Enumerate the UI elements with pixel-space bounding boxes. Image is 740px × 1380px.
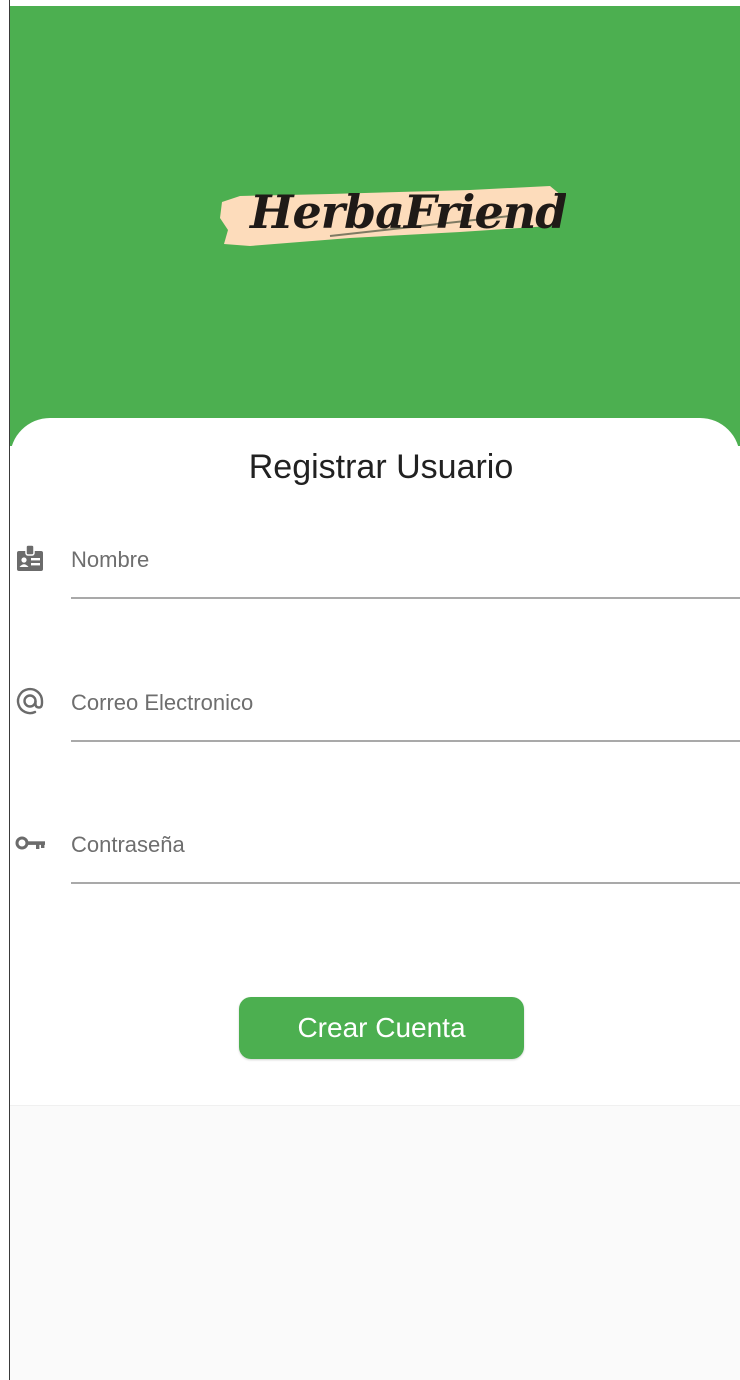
app-screen: HerbaFriend Registrar Usuario Nombre Cor… [0,0,740,1380]
password-underline [71,882,740,884]
name-field [10,518,740,599]
email-field [10,661,740,742]
name-underline [71,597,740,599]
logo-text: HerbaFriend [248,185,566,239]
page-title: Registrar Usuario [248,448,514,486]
badge-icon [14,542,46,574]
register-card: Registrar Usuario Nombre Correo Electron… [10,418,740,1106]
email-input[interactable] [71,683,740,723]
key-icon [14,827,46,859]
at-sign-icon [14,685,46,717]
window-edge [0,0,10,1380]
email-underline [71,740,740,742]
name-input[interactable] [71,540,740,580]
app-logo: HerbaFriend [210,166,566,256]
password-field [10,803,740,884]
logo-graphic: HerbaFriend [220,185,566,246]
create-account-button[interactable]: Crear Cuenta [239,997,524,1059]
empty-bottom-area [10,1105,740,1380]
password-input[interactable] [71,825,740,865]
header-banner: HerbaFriend [10,6,740,446]
